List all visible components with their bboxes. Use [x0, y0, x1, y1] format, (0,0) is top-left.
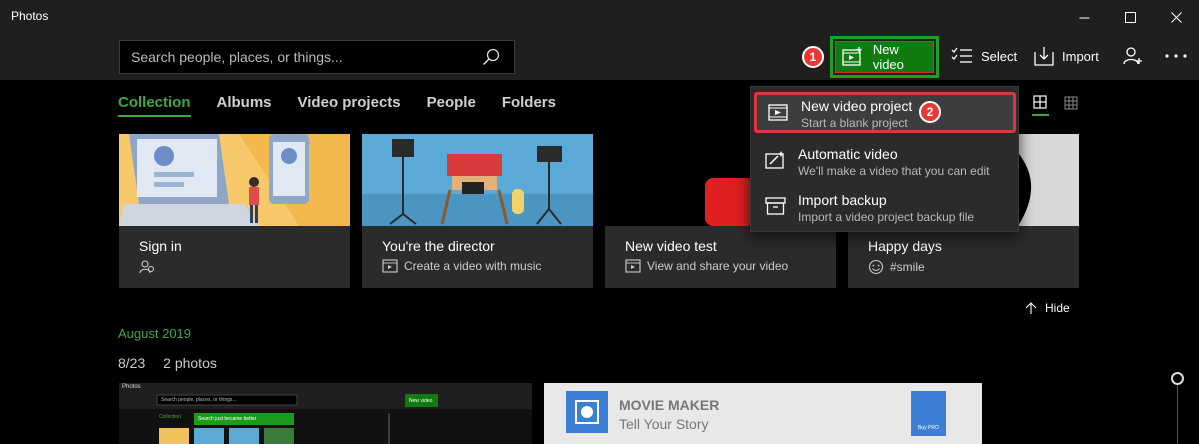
sign-in-illustration: [119, 134, 350, 226]
hide-button[interactable]: Hide: [1025, 301, 1070, 315]
add-person-icon: [1123, 47, 1142, 65]
select-checklist-icon: [951, 47, 972, 63]
new-video-button-highlight[interactable]: New video: [830, 36, 939, 78]
photo-thumbnail-movie-maker[interactable]: MOVIE MAKER Tell Your Story Buy PRO: [544, 383, 982, 444]
card-youre-the-director[interactable]: You're the director Create a video with …: [362, 134, 593, 288]
search-input[interactable]: [120, 41, 470, 73]
menu-item-subtitle: Start a blank project: [801, 116, 908, 130]
thumb1-title: Photos: [122, 384, 141, 390]
scroll-thumb[interactable]: [1171, 372, 1184, 385]
maximize-icon: [1124, 11, 1136, 23]
menu-item-import-backup[interactable]: Import backup Import a video project bac…: [751, 186, 1018, 230]
select-button[interactable]: Select: [951, 44, 1017, 68]
month-heading: August 2019: [118, 326, 192, 341]
search-box[interactable]: [119, 40, 515, 74]
photo-thumbnail-photos-screenshot[interactable]: Photos Search people, places, or things.…: [119, 383, 532, 444]
tab-people[interactable]: People: [427, 94, 476, 117]
menu-item-subtitle: Import a video project backup file: [798, 210, 975, 224]
import-icon: [1034, 47, 1054, 66]
new-video-label: New video: [872, 42, 904, 72]
maximize-button[interactable]: [1107, 0, 1153, 34]
hide-label: Hide: [1045, 301, 1070, 315]
card-title: Sign in: [139, 238, 182, 254]
magic-video-icon: [765, 151, 784, 169]
card-subtitle: Create a video with music: [404, 259, 542, 273]
menu-item-automatic-video[interactable]: Automatic video We'll make a video that …: [751, 140, 1018, 184]
tab-collection[interactable]: Collection: [118, 94, 191, 117]
photo-count: 2 photos: [163, 355, 217, 371]
video-icon: [625, 259, 641, 273]
tab-folders[interactable]: Folders: [502, 94, 556, 117]
movie-maker-graphic: [544, 383, 982, 444]
thumb1-search-text: Search people, places, or things...: [161, 397, 237, 403]
grid-small-button[interactable]: [1064, 96, 1078, 115]
date-row: 8/23 2 photos: [118, 355, 231, 371]
tab-video-projects[interactable]: Video projects: [298, 94, 401, 117]
close-button[interactable]: [1153, 0, 1199, 34]
step-badge-2: 2: [919, 101, 941, 123]
menu-item-title: New video project: [801, 98, 913, 114]
toolbar: [0, 34, 1199, 80]
card-body: You're the director Create a video with …: [362, 226, 593, 288]
menu-item-title: Automatic video: [798, 146, 898, 162]
add-person-button[interactable]: [1123, 44, 1143, 68]
minimize-icon: [1079, 17, 1089, 18]
movie-maker-title: MOVIE MAKER: [619, 397, 720, 413]
new-video-project-icon: [768, 104, 788, 121]
card-sign-in[interactable]: Sign in: [119, 134, 350, 288]
director-illustration: [362, 134, 593, 226]
card-title: New video test: [625, 238, 717, 254]
card-title: You're the director: [382, 238, 495, 254]
import-button[interactable]: Import: [1034, 44, 1099, 68]
scroll-track[interactable]: [1177, 385, 1178, 444]
menu-item-new-video-project[interactable]: New video project Start a blank project: [754, 92, 1016, 133]
minimize-button[interactable]: [1061, 0, 1107, 34]
title-bar: Photos: [0, 0, 1199, 34]
step-badge-1: 1: [802, 46, 824, 68]
movie-maker-buy: Buy PRO: [918, 425, 939, 431]
import-label: Import: [1062, 48, 1099, 64]
arrow-up-icon: [1025, 302, 1037, 314]
new-video-icon: [842, 47, 862, 66]
card-title: Happy days: [868, 238, 942, 254]
card-body: Happy days #smile: [848, 226, 1079, 288]
menu-item-subtitle: We'll make a video that you can edit: [798, 164, 990, 178]
card-subtitle: #smile: [890, 260, 925, 274]
thumb1-tooltip: Search just became better: [198, 416, 257, 422]
new-video-button[interactable]: New video: [835, 41, 934, 73]
card-body: New video test View and share your video: [605, 226, 836, 288]
menu-item-title: Import backup: [798, 192, 887, 208]
archive-box-icon: [765, 197, 786, 215]
tab-albums[interactable]: Albums: [217, 94, 272, 117]
date-label: 8/23: [118, 355, 146, 371]
grid-small-icon: [1064, 96, 1078, 110]
thumb1-tab: Collection: [159, 414, 181, 420]
smiley-icon: [868, 259, 884, 275]
card-body: Sign in: [119, 226, 350, 288]
close-icon: [1170, 11, 1182, 23]
card-subtitle: View and share your video: [647, 259, 789, 273]
movie-maker-tagline: Tell Your Story: [619, 416, 709, 432]
video-icon: [382, 259, 398, 273]
nav-tabs: Collection Albums Video projects People …: [118, 94, 582, 117]
people-sign-in-icon: [139, 260, 155, 274]
new-video-dropdown-menu: New video project Start a blank project …: [750, 86, 1019, 232]
more-ellipsis-icon: [1165, 54, 1187, 58]
thumb1-new-video: New video: [409, 398, 433, 404]
more-options-button[interactable]: [1165, 44, 1187, 68]
window-title: Photos: [11, 9, 49, 23]
search-icon[interactable]: [482, 48, 500, 66]
select-label: Select: [981, 48, 1018, 64]
